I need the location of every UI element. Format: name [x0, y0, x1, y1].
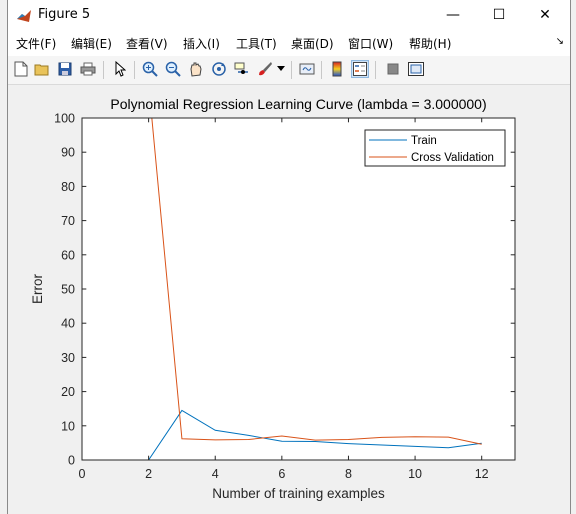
y-tick-label: 30 — [61, 351, 75, 365]
menu-window[interactable]: 窗口(W) — [348, 35, 393, 52]
pointer-icon[interactable] — [111, 60, 129, 78]
menu-tools[interactable]: 工具(T) — [236, 35, 277, 52]
figure-canvas: 0 2 4 6 8 10 12 0 10 20 30 40 50 60 70 80 90 100 Polynomi… — [8, 85, 570, 505]
minimize-icon: — — [446, 7, 460, 23]
brush-icon[interactable] — [256, 60, 274, 78]
close-button[interactable]: ✕ — [522, 0, 568, 30]
zoom-in-icon[interactable] — [141, 60, 159, 78]
x-tick-label: 10 — [408, 467, 422, 481]
axes-background — [82, 118, 515, 460]
colorbar-icon[interactable] — [328, 60, 346, 78]
close-icon: ✕ — [539, 7, 551, 23]
menu-desktop[interactable]: 桌面(D) — [291, 35, 334, 52]
hide-plot-tools-icon[interactable] — [384, 60, 402, 78]
x-axis-label: Number of training examples — [212, 486, 385, 501]
x-tick-label: 8 — [345, 467, 352, 481]
window-title: Figure 5 — [38, 7, 91, 22]
data-cursor-icon[interactable] — [233, 60, 251, 78]
chart-legend[interactable]: Train Cross Validation — [364, 129, 506, 167]
x-tick-label: 4 — [212, 467, 219, 481]
y-tick-label: 0 — [68, 454, 75, 468]
y-tick-label: 90 — [61, 146, 75, 160]
y-tick-label: 20 — [61, 385, 75, 399]
figure-toolbar — [8, 56, 570, 85]
menu-edit[interactable]: 编辑(E) — [71, 35, 112, 52]
legend-entry-label: Cross Validation — [411, 152, 494, 164]
pan-hand-icon[interactable] — [187, 60, 205, 78]
x-tick-label: 12 — [475, 467, 489, 481]
save-icon[interactable] — [56, 60, 74, 78]
y-tick-label: 60 — [61, 248, 75, 262]
maximize-icon: ☐ — [492, 7, 506, 23]
menu-insert[interactable]: 插入(I) — [183, 35, 220, 52]
y-tick-label: 100 — [54, 112, 75, 126]
y-tick-label: 50 — [61, 283, 75, 297]
y-tick-label: 70 — [61, 214, 75, 228]
toolbar-separator — [134, 61, 135, 79]
y-tick-label: 10 — [61, 419, 75, 433]
toolbar-separator — [321, 61, 322, 79]
print-icon[interactable] — [79, 60, 97, 78]
menu-bar: 文件(F) 编辑(E) 查看(V) 插入(I) 工具(T) 桌面(D) 窗口(W… — [8, 30, 570, 56]
rotate-3d-icon[interactable] — [210, 60, 228, 78]
new-figure-icon[interactable] — [12, 60, 30, 78]
x-tick-label: 2 — [145, 467, 152, 481]
toolbar-separator — [375, 61, 376, 79]
figure-window: Figure 5 — ☐ ✕ 文件(F) 编辑(E) 查看(V) 插入(I) 工… — [7, 0, 571, 514]
x-tick-label: 6 — [278, 467, 285, 481]
dock-arrow-icon[interactable]: ↘ — [556, 36, 564, 47]
menu-view[interactable]: 查看(V) — [126, 35, 168, 52]
legend-icon[interactable] — [351, 60, 369, 78]
learning-curve-chart: 0 2 4 6 8 10 12 0 10 20 30 40 50 60 70 80 90 100 Polynomi… — [30, 96, 516, 501]
toolbar-separator — [291, 61, 292, 79]
menu-file[interactable]: 文件(F) — [16, 35, 56, 52]
brush-dropdown-icon[interactable] — [276, 60, 286, 78]
legend-entry-label: Train — [411, 135, 437, 147]
matlab-logo-icon — [17, 10, 31, 22]
title-bar[interactable]: Figure 5 — ☐ ✕ — [8, 0, 570, 30]
maximize-button[interactable]: ☐ — [476, 0, 522, 30]
y-tick-label: 80 — [61, 180, 75, 194]
zoom-out-icon[interactable] — [164, 60, 182, 78]
minimize-button[interactable]: — — [430, 0, 476, 30]
menu-help[interactable]: 帮助(H) — [409, 35, 451, 52]
chart-title: Polynomial Regression Learning Curve (la… — [110, 96, 486, 112]
link-plot-icon[interactable] — [298, 60, 316, 78]
show-plot-tools-icon[interactable] — [407, 60, 425, 78]
x-tick-label: 0 — [79, 467, 86, 481]
toolbar-separator — [103, 61, 104, 79]
open-file-icon[interactable] — [33, 60, 51, 78]
y-tick-label: 40 — [61, 317, 75, 331]
y-axis-label: Error — [30, 273, 45, 304]
